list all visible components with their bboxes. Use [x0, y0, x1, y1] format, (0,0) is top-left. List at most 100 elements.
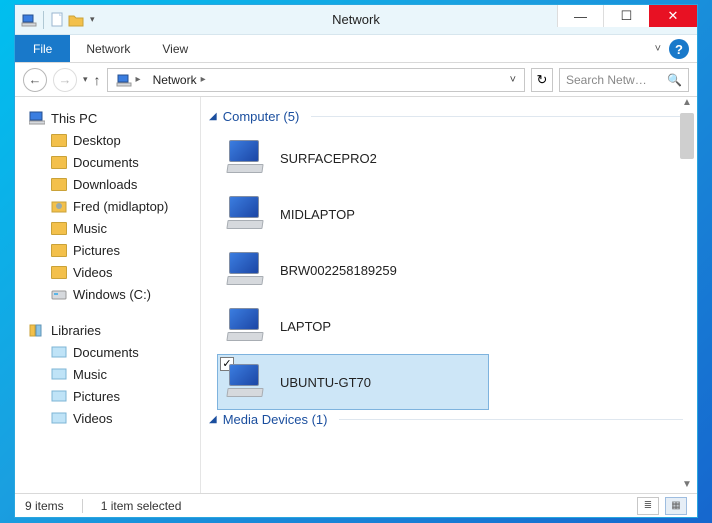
title-bar-quick-access: ▾ [15, 9, 101, 31]
sidebar-item-label: Pictures [73, 243, 120, 258]
scroll-up-icon[interactable]: ▲ [680, 97, 694, 111]
sidebar-item-user-fred[interactable]: Fred (midlaptop) [29, 195, 196, 217]
sidebar-item-pictures[interactable]: Pictures [29, 239, 196, 261]
sidebar-item-music[interactable]: Music [29, 217, 196, 239]
sidebar-item-label: Libraries [51, 323, 101, 338]
network-computer-item[interactable]: ✓ LAPTOP [217, 298, 489, 354]
computer-icon [224, 305, 266, 347]
status-item-count: 9 items [25, 499, 64, 513]
sidebar-item-documents[interactable]: Documents [29, 151, 196, 173]
this-pc-icon [29, 110, 45, 126]
folder-icon[interactable] [68, 13, 84, 27]
group-label: Computer (5) [223, 109, 300, 124]
sidebar-item-lib-music[interactable]: Music [29, 363, 196, 385]
vertical-scrollbar[interactable]: ▲ ▼ [679, 97, 695, 493]
drive-icon [51, 286, 67, 302]
back-button[interactable]: ← [23, 68, 47, 92]
breadcrumb-label: Network [153, 73, 197, 87]
ribbon: File Network View ˅ ? [15, 35, 697, 63]
item-label: BRW002258189259 [280, 263, 397, 278]
item-label: MIDLAPTOP [280, 207, 355, 222]
quick-access-dropdown-icon[interactable]: ▾ [90, 14, 95, 25]
folder-icon [51, 154, 67, 170]
computer-icon [224, 137, 266, 179]
breadcrumb-segment[interactable]: Network ▸ [149, 73, 210, 87]
window-title: Network [332, 12, 380, 27]
sidebar-item-lib-documents[interactable]: Documents [29, 341, 196, 363]
ribbon-tab-network[interactable]: Network [70, 35, 146, 62]
sidebar-item-lib-pictures[interactable]: Pictures [29, 385, 196, 407]
folder-icon [51, 220, 67, 236]
refresh-button[interactable]: ↻ [531, 68, 553, 92]
network-icon [21, 12, 37, 28]
folder-icon [51, 264, 67, 280]
search-input[interactable]: Search Netw… 🔍 [559, 68, 689, 92]
scroll-down-icon[interactable]: ▼ [680, 479, 694, 493]
explorer-window: ▾ Network — ☐ ✕ File Network View ˅ ? ← … [14, 4, 698, 518]
sidebar-item-desktop[interactable]: Desktop [29, 129, 196, 151]
close-button[interactable]: ✕ [649, 5, 697, 27]
folder-icon [51, 242, 67, 258]
network-computer-item[interactable]: ✓ SURFACEPRO2 [217, 130, 489, 186]
sidebar-item-label: Desktop [73, 133, 121, 148]
sidebar-item-videos[interactable]: Videos [29, 261, 196, 283]
library-icon [51, 410, 67, 426]
item-label: SURFACEPRO2 [280, 151, 377, 166]
sidebar-item-downloads[interactable]: Downloads [29, 173, 196, 195]
up-button[interactable]: ↑ [94, 72, 101, 88]
breadcrumb-root[interactable]: ▸ [112, 72, 145, 88]
collapse-icon[interactable]: ◢ [209, 111, 217, 122]
content-pane: ▲ ▼ ◢ Computer (5) ✓ SURFACEPRO2 ✓ MIDLAP… [201, 97, 697, 493]
sidebar-item-label: Videos [73, 265, 113, 280]
minimize-button[interactable]: — [557, 5, 603, 27]
network-location-icon [116, 72, 132, 88]
sidebar-item-label: Documents [73, 155, 139, 170]
search-placeholder: Search Netw… [566, 73, 647, 87]
group-header[interactable]: ◢Media Devices (1) [209, 412, 683, 427]
computer-icon [224, 361, 266, 403]
network-computer-item[interactable]: ✓ MIDLAPTOP [217, 186, 489, 242]
address-bar[interactable]: ▸ Network ▸ ˅ [107, 68, 525, 92]
sidebar-item-drive-c[interactable]: Windows (C:) [29, 283, 196, 305]
maximize-button[interactable]: ☐ [603, 5, 649, 27]
sidebar-item-label: Windows (C:) [73, 287, 151, 302]
recent-locations-icon[interactable]: ▾ [83, 74, 88, 85]
explorer-body: This PC Desktop Documents Downloads Fred… [15, 97, 697, 493]
sidebar-item-label: Videos [73, 411, 113, 426]
forward-button[interactable]: → [53, 68, 77, 92]
item-label: LAPTOP [280, 319, 331, 334]
sidebar-item-label: This PC [51, 111, 97, 126]
ribbon-tab-view[interactable]: View [146, 35, 204, 62]
sidebar-item-libraries[interactable]: Libraries [29, 319, 196, 341]
sidebar-item-label: Fred (midlaptop) [73, 199, 168, 214]
item-label: UBUNTU-GT70 [280, 375, 371, 390]
title-bar: ▾ Network — ☐ ✕ [15, 5, 697, 35]
collapse-icon[interactable]: ◢ [209, 414, 217, 425]
ribbon-expand-icon[interactable]: ˅ [655, 43, 661, 55]
network-computer-item[interactable]: ✓ UBUNTU-GT70 [217, 354, 489, 410]
network-computer-item[interactable]: ✓ BRW002258189259 [217, 242, 489, 298]
chevron-right-icon[interactable]: ▸ [201, 74, 206, 85]
address-dropdown-icon[interactable]: ˅ [510, 74, 516, 86]
sidebar-item-label: Music [73, 367, 107, 382]
document-icon[interactable] [50, 12, 64, 28]
navigation-pane: This PC Desktop Documents Downloads Fred… [15, 97, 201, 493]
sidebar-item-lib-videos[interactable]: Videos [29, 407, 196, 429]
folder-icon [51, 176, 67, 192]
file-tab[interactable]: File [15, 35, 70, 62]
chevron-right-icon[interactable]: ▸ [136, 74, 141, 85]
user-folder-icon [51, 198, 67, 214]
status-selection-count: 1 item selected [101, 499, 182, 513]
navigation-bar: ← → ▾ ↑ ▸ Network ▸ ˅ ↻ Search Netw… 🔍 [15, 63, 697, 97]
library-icon [51, 344, 67, 360]
help-icon[interactable]: ? [669, 39, 689, 59]
details-view-button[interactable]: ≣ [637, 497, 659, 515]
group-header[interactable]: ◢ Computer (5) [209, 109, 683, 124]
sidebar-item-label: Documents [73, 345, 139, 360]
tiles-view-button[interactable]: ▦ [665, 497, 687, 515]
scroll-thumb[interactable] [680, 113, 694, 159]
window-control-buttons: — ☐ ✕ [557, 5, 697, 27]
sidebar-item-this-pc[interactable]: This PC [29, 107, 196, 129]
folder-icon [51, 132, 67, 148]
computer-icon [224, 249, 266, 291]
